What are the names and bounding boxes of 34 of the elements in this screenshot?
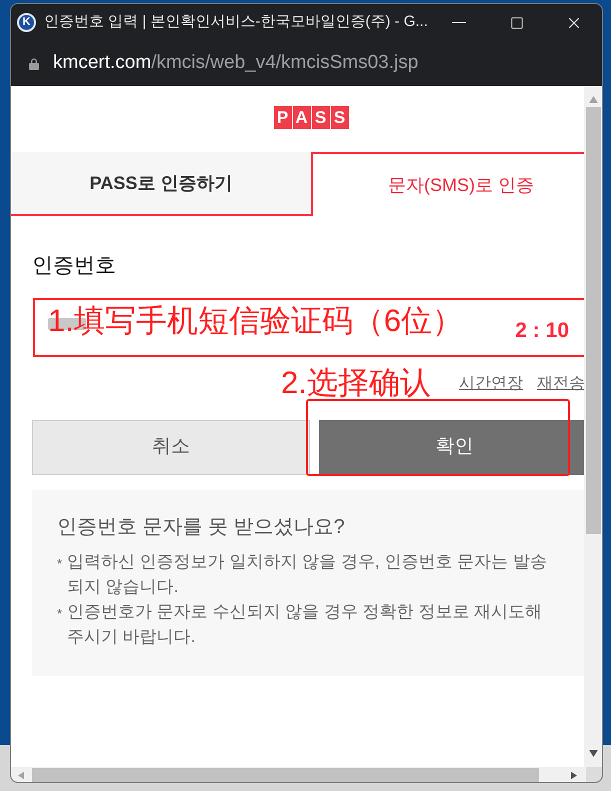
confirm-button[interactable]: 확인 bbox=[319, 420, 584, 475]
horizontal-scrollbar[interactable] bbox=[11, 767, 586, 782]
logo-letter: A bbox=[292, 106, 310, 129]
help-note: 입력하신 인증정보가 일치하지 않을 경우, 인증번호 문자는 발송 되지 않습니다. bbox=[67, 551, 548, 598]
lock-icon bbox=[29, 58, 39, 70]
vertical-scrollbar[interactable] bbox=[584, 86, 602, 767]
text-link[interactable]: 재전송 bbox=[537, 372, 584, 396]
address-url[interactable]: kmcert.com/kmcis/web_v4/kmcisSms03.jsp bbox=[53, 49, 418, 78]
minimize-icon bbox=[452, 22, 466, 24]
site-logo: K bbox=[17, 13, 36, 32]
maximize-icon bbox=[510, 16, 524, 30]
field-label: 인증번호 bbox=[32, 253, 117, 279]
annotation-text: 1.填写手机短信验证码（6位） bbox=[48, 305, 464, 336]
annotation-text: 2.选择确认 bbox=[281, 367, 431, 398]
logo-letter: S bbox=[330, 106, 348, 129]
help-note: 인증번호가 문자로 수신되지 않을 경우 정확한 정보로 재시도해 주시기 바랍니다. bbox=[67, 601, 544, 648]
bullet-mark: * bbox=[57, 605, 64, 623]
scroll-down-icon[interactable] bbox=[588, 750, 598, 757]
cancel-button[interactable]: 취소 bbox=[32, 420, 310, 475]
scroll-up-icon[interactable] bbox=[588, 96, 598, 103]
scroll-right-icon[interactable] bbox=[571, 771, 577, 780]
help-title: 인증번호 문자를 못 받으셨나요? bbox=[57, 515, 346, 540]
scroll-left-icon[interactable] bbox=[18, 771, 24, 780]
countdown-timer: 2 : 10 bbox=[515, 318, 569, 344]
scroll-thumb[interactable] bbox=[586, 107, 601, 534]
window-title: 인증번호 입력 | 본인확인서비스-한국모바일인증(주) - G... bbox=[44, 12, 428, 32]
scroll-thumb[interactable] bbox=[32, 768, 539, 782]
scrollbar-corner bbox=[586, 767, 602, 782]
tab[interactable]: 문자(SMS)로 인증 bbox=[311, 152, 584, 216]
text-link[interactable]: 시간연장 bbox=[459, 372, 523, 396]
tab[interactable]: PASS로 인증하기 bbox=[11, 152, 311, 216]
logo-letter: S bbox=[312, 106, 330, 129]
bullet-mark: * bbox=[57, 555, 64, 573]
logo-letter: P bbox=[274, 106, 292, 129]
